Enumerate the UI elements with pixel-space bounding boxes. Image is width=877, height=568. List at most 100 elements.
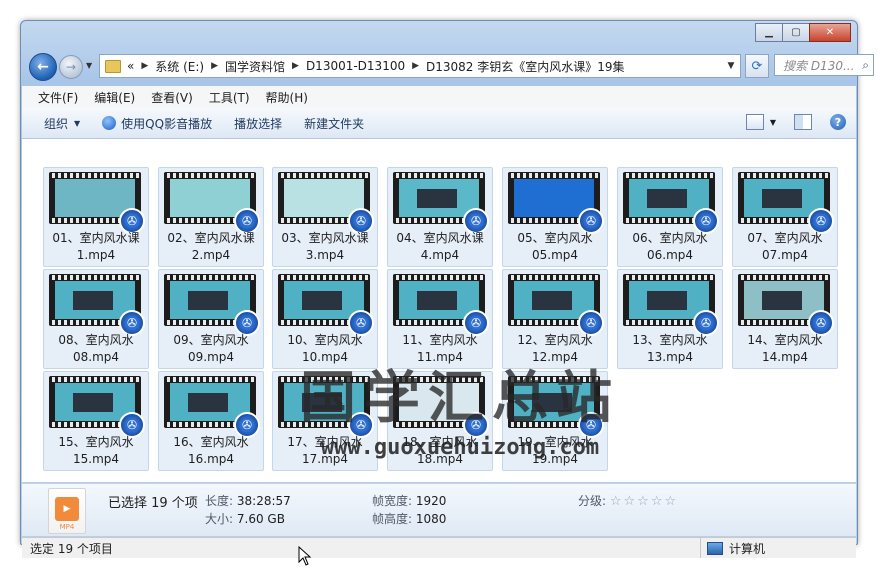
address-dropdown[interactable]: ▼: [722, 61, 740, 71]
chevron-right-icon[interactable]: ▶: [292, 61, 299, 71]
organize-label: 组织: [44, 116, 69, 131]
badge-anchor: ✇: [623, 172, 719, 234]
video-thumbnail: ✇: [393, 274, 489, 336]
address-bar[interactable]: « ▶ 系统 (E:) ▶ 国学资料馆 ▶ D13001-D13100 ▶ D1…: [99, 54, 741, 78]
file-name-line2: 16.mp4: [187, 452, 235, 466]
forward-button[interactable]: →: [59, 55, 83, 79]
menu-help[interactable]: 帮助(H): [266, 89, 308, 106]
breadcrumb-library[interactable]: 国学资料馆: [225, 58, 285, 75]
chevron-down-icon: ▼: [74, 118, 81, 128]
play-with-qq-button[interactable]: 使用QQ影音播放: [102, 115, 212, 132]
file-item[interactable]: ✇ 04、室内风水课 4.mp4: [387, 167, 493, 267]
chevron-right-icon[interactable]: ▶: [412, 61, 419, 71]
file-extension-label: MP4: [59, 523, 75, 531]
file-name-line1: 01、室内风水课: [52, 231, 140, 245]
file-item[interactable]: ✇ 11、室内风水 11.mp4: [387, 269, 493, 369]
rating-field: 分级: ☆☆☆☆☆: [578, 492, 678, 509]
video-thumbnail: ✇: [508, 274, 604, 336]
search-placeholder: 搜索 D130...: [783, 58, 855, 73]
menu-edit[interactable]: 编辑(E): [94, 89, 135, 106]
refresh-icon: ⟳: [751, 58, 763, 74]
file-name: 07、室内风水 07.mp4: [733, 230, 837, 264]
file-name: 10、室内风水 10.mp4: [273, 332, 377, 366]
file-name-line2: 18.mp4: [416, 452, 464, 466]
file-item[interactable]: ✇ 18、室内风水 18.mp4: [387, 371, 493, 471]
file-item[interactable]: ✇ 12、室内风水 12.mp4: [502, 269, 608, 369]
breadcrumb-drive[interactable]: 系统 (E:): [155, 58, 204, 75]
file-name-line2: 3.mp4: [305, 248, 345, 262]
file-name-line1: 19、室内风水: [517, 435, 593, 449]
file-item[interactable]: ✇ 13、室内风水 13.mp4: [617, 269, 723, 369]
file-list: ✇ 01、室内风水课 1.mp4 ✇ 02、室内风水课 2.mp4 ✇ 03、室内风水课 3.m…: [22, 139, 856, 482]
frame-height-value: 1080: [415, 512, 447, 526]
video-thumbnail: ✇: [623, 274, 719, 336]
refresh-button[interactable]: ⟳: [745, 54, 769, 78]
file-item[interactable]: ✇ 19、室内风水 19.mp4: [502, 371, 608, 471]
maximize-button[interactable]: ▢: [782, 23, 810, 42]
file-item[interactable]: ✇ 01、室内风水课 1.mp4: [43, 167, 149, 267]
file-item[interactable]: ✇ 10、室内风水 10.mp4: [272, 269, 378, 369]
file-name-line1: 02、室内风水课: [167, 231, 255, 245]
file-item[interactable]: ✇ 02、室内风水课 2.mp4: [158, 167, 264, 267]
chevron-right-icon[interactable]: ▶: [141, 61, 148, 71]
menu-file[interactable]: 文件(F): [38, 89, 78, 106]
file-item[interactable]: ✇ 09、室内风水 09.mp4: [158, 269, 264, 369]
frame-width-value: 1920: [415, 494, 447, 508]
file-item[interactable]: ✇ 03、室内风水课 3.mp4: [272, 167, 378, 267]
play-selection-label: 播放选择: [234, 116, 283, 131]
file-item[interactable]: ✇ 06、室内风水 06.mp4: [617, 167, 723, 267]
file-name: 14、室内风水 14.mp4: [733, 332, 837, 366]
badge-anchor: ✇: [164, 376, 260, 438]
file-name-line2: 11.mp4: [416, 350, 464, 364]
frame-height-label: 帧高度:: [372, 512, 413, 526]
breadcrumb-range[interactable]: D13001-D13100: [306, 59, 405, 73]
file-name-line1: 05、室内风水: [517, 231, 593, 245]
file-item[interactable]: ✇ 05、室内风水 05.mp4: [502, 167, 608, 267]
video-thumbnail: ✇: [508, 376, 604, 438]
menu-view[interactable]: 查看(V): [151, 89, 193, 106]
breadcrumb-current[interactable]: D13082 李钥玄《室内风水课》19集: [426, 58, 625, 75]
search-icon[interactable]: ⌕: [862, 58, 869, 73]
file-name-line2: 1.mp4: [76, 248, 116, 262]
status-location-text: 计算机: [729, 541, 766, 556]
close-button[interactable]: ✕: [809, 23, 851, 42]
play-icon: ▶: [55, 497, 79, 521]
file-item[interactable]: ✇ 07、室内风水 07.mp4: [732, 167, 838, 267]
arrow-left-icon: ←: [37, 59, 49, 75]
badge-anchor: ✇: [738, 172, 834, 234]
video-thumbnail: ✇: [164, 376, 260, 438]
organize-button[interactable]: 组织 ▼: [44, 115, 80, 132]
menu-tools[interactable]: 工具(T): [209, 89, 250, 106]
video-thumbnail: ✇: [278, 172, 374, 234]
file-name: 03、室内风水课 3.mp4: [273, 230, 377, 264]
minimize-button[interactable]: ▁: [755, 23, 783, 42]
play-selection-button[interactable]: 播放选择: [234, 115, 282, 132]
back-button[interactable]: ←: [29, 53, 57, 81]
file-name: 16、室内风水 16.mp4: [159, 434, 263, 468]
file-name-line1: 18、室内风水: [402, 435, 478, 449]
file-item[interactable]: ✇ 08、室内风水 08.mp4: [43, 269, 149, 369]
rating-stars[interactable]: ☆☆☆☆☆: [610, 494, 678, 509]
preview-pane-icon[interactable]: [794, 114, 812, 130]
play-with-qq-label: 使用QQ影音播放: [121, 116, 213, 131]
recent-pages-dropdown[interactable]: ▼: [86, 61, 92, 70]
help-icon[interactable]: ?: [830, 114, 846, 130]
search-input[interactable]: 搜索 D130... ⌕: [774, 54, 874, 76]
chevron-right-icon[interactable]: ▶: [211, 61, 218, 71]
file-item[interactable]: ✇ 17、室内风水 17.mp4: [272, 371, 378, 471]
badge-anchor: ✇: [49, 274, 145, 336]
chevron-down-icon[interactable]: ▼: [770, 118, 776, 127]
file-name: 06、室内风水 06.mp4: [618, 230, 722, 264]
caption-buttons: ▁ ▢ ✕: [755, 23, 851, 42]
file-item[interactable]: ✇ 14、室内风水 14.mp4: [732, 269, 838, 369]
file-name-line1: 16、室内风水: [173, 435, 249, 449]
breadcrumb-overflow[interactable]: «: [127, 59, 134, 73]
file-name: 11、室内风水 11.mp4: [388, 332, 492, 366]
new-folder-button[interactable]: 新建文件夹: [304, 115, 364, 132]
status-bar: 选定 19 个项目 计算机: [22, 537, 856, 558]
change-view-icon[interactable]: [745, 114, 764, 130]
file-item[interactable]: ✇ 16、室内风水 16.mp4: [158, 371, 264, 471]
file-name-line2: 12.mp4: [531, 350, 579, 364]
frame-height-field: 帧高度: 1080: [372, 510, 446, 527]
file-item[interactable]: ✇ 15、室内风水 15.mp4: [43, 371, 149, 471]
